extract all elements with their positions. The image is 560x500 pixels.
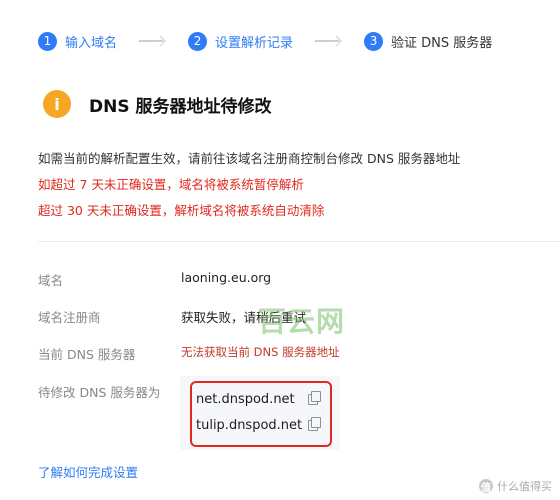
page-header: i DNS 服务器地址待修改 — [43, 90, 272, 118]
current-dns-label: 当前 DNS 服务器 — [38, 347, 136, 362]
registrar-label: 域名注册商 — [38, 310, 101, 325]
divider — [38, 241, 560, 242]
setup-steps: 1 输入域名 2 设置解析记录 3 验证 DNS 服务器 — [38, 30, 492, 52]
step-1: 1 输入域名 — [38, 31, 118, 51]
current-dns-value: 无法获取当前 DNS 服务器地址 — [181, 345, 340, 359]
exclamation-icon: i — [43, 90, 71, 118]
info-notice: 如需当前的解析配置生效，请前往该域名注册商控制台修改 DNS 服务器地址 — [38, 151, 461, 166]
step-1-number: 1 — [38, 31, 57, 51]
step-3: 3 验证 DNS 服务器 — [364, 31, 493, 51]
page-title: DNS 服务器地址待修改 — [89, 96, 272, 117]
nameserver-1: net.dnspod.net — [196, 392, 295, 407]
logo-text: 什么值得买 — [497, 480, 552, 493]
nameserver-2: tulip.dnspod.net — [196, 418, 303, 433]
arrow-right-icon — [139, 34, 166, 48]
step-3-label: 验证 DNS 服务器 — [391, 35, 493, 51]
pending-dns-label: 待修改 DNS 服务器为 — [38, 385, 161, 400]
watermark: 百云网 — [258, 305, 346, 338]
domain-value: laoning.eu.org — [181, 270, 272, 285]
copy-icon[interactable] — [308, 391, 322, 406]
domain-label: 域名 — [38, 273, 64, 288]
arrow-right-icon — [315, 34, 342, 48]
step-2: 2 设置解析记录 — [188, 31, 294, 51]
copy-icon[interactable] — [308, 417, 322, 432]
warning-7-days: 如超过 7 天未正确设置，域名将被系统暂停解析 — [38, 177, 304, 192]
help-link[interactable]: 了解如何完成设置 — [38, 462, 138, 481]
logo-badge: 值 — [479, 479, 493, 494]
warning-30-days: 超过 30 天未正确设置，解析域名将被系统自动清除 — [38, 203, 325, 218]
step-2-number: 2 — [188, 31, 208, 51]
step-2-label: 设置解析记录 — [215, 35, 294, 51]
step-1-label: 输入域名 — [65, 35, 118, 51]
site-logo: 值 什么值得买 — [479, 478, 552, 494]
step-3-number: 3 — [364, 31, 384, 51]
